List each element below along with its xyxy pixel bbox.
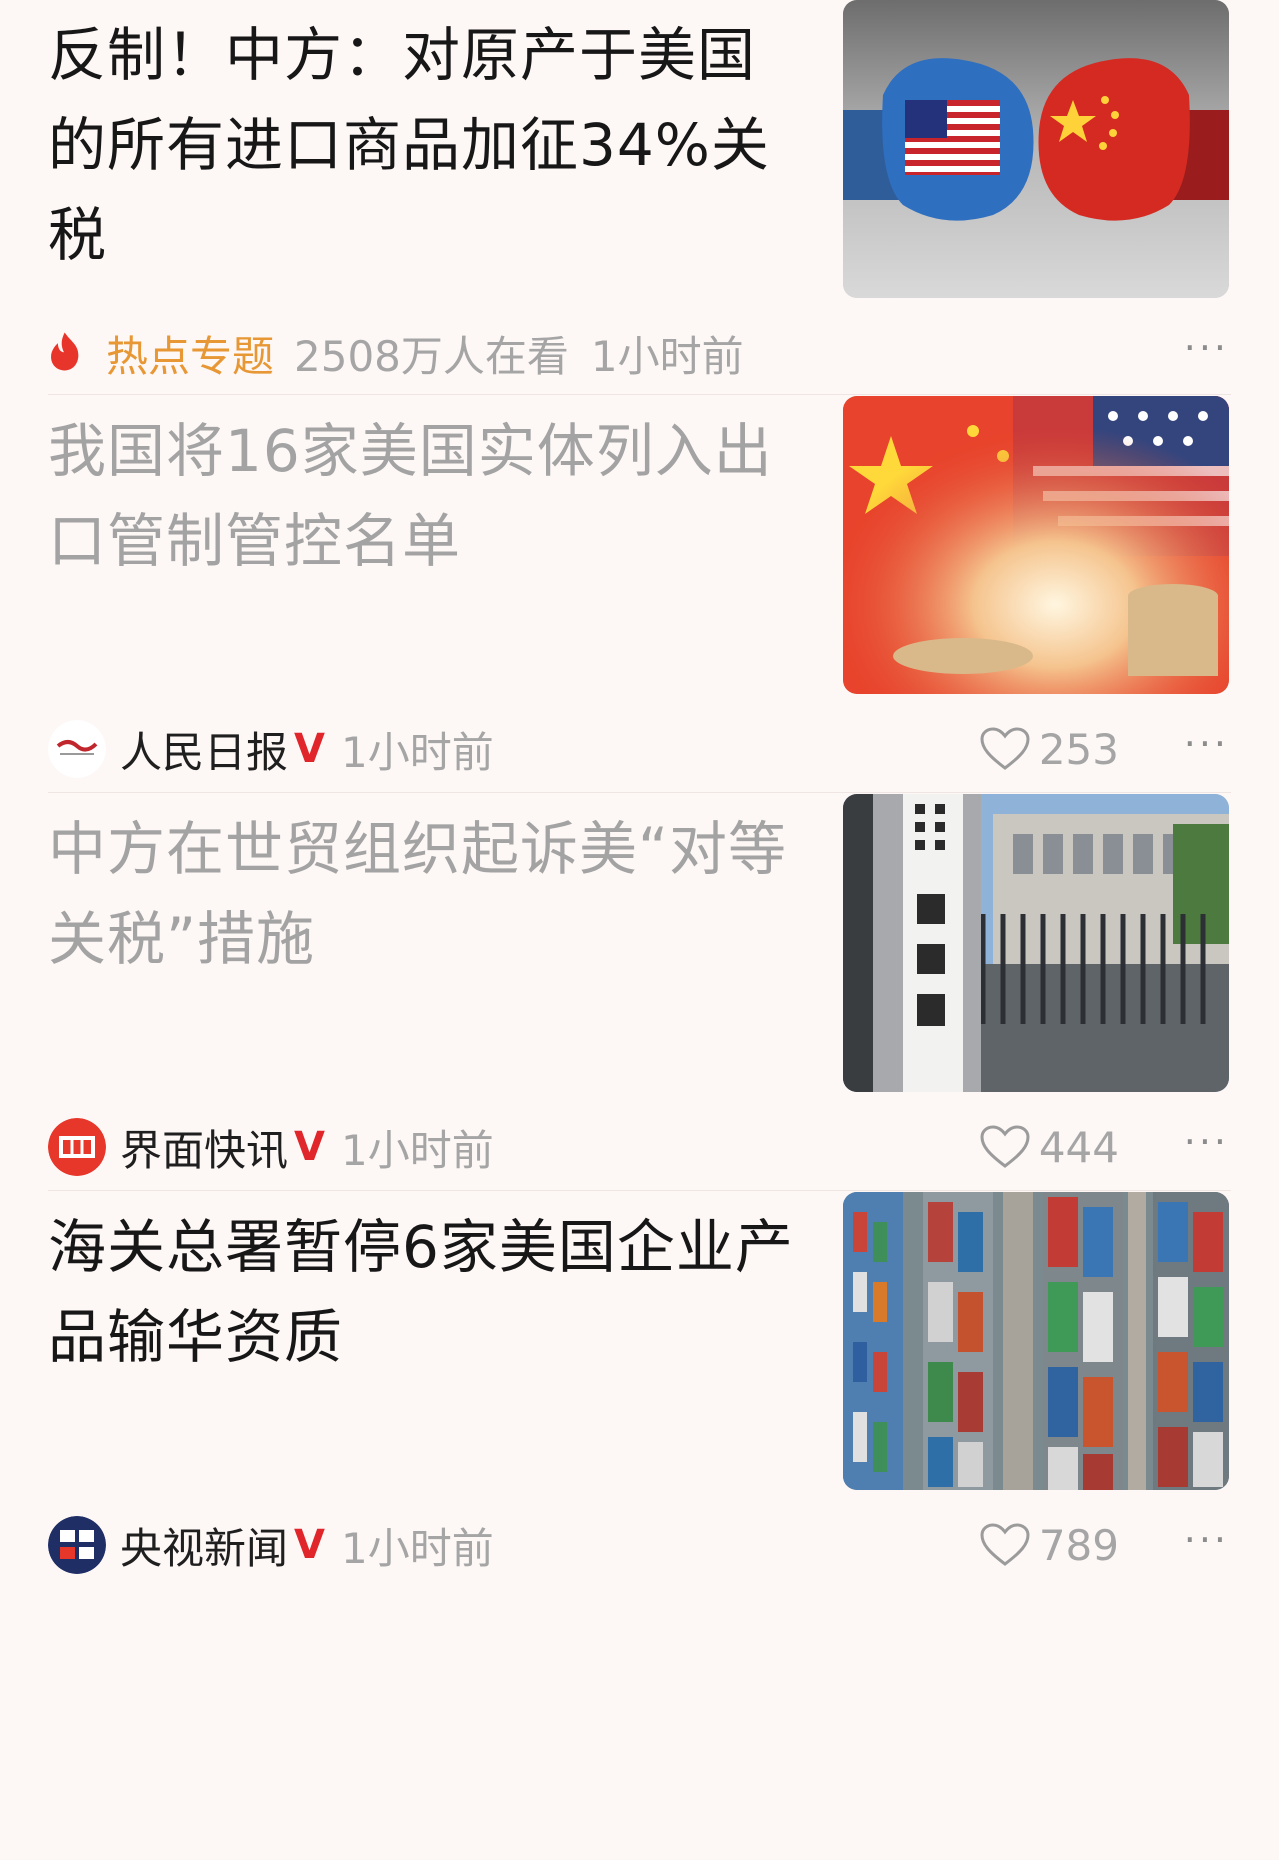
news-feed: 反制！中方：对原产于美国的所有进口商品加征34%关税 热点专题 2508万人在看… <box>0 0 1279 1860</box>
ministry-of-commerce-gate-image[interactable] <box>843 794 1229 1092</box>
like-button[interactable]: 253 <box>979 725 1119 774</box>
verified-badge: V <box>294 726 325 772</box>
boxing-gloves-us-china-image[interactable] <box>843 0 1229 298</box>
like-count: 444 <box>1038 1122 1119 1172</box>
container-port-aerial-image[interactable] <box>843 1192 1229 1490</box>
more-options-icon[interactable]: ··· <box>1184 722 1229 766</box>
news-title[interactable]: 反制！中方：对原产于美国的所有进口商品加征34%关税 <box>48 10 808 280</box>
timestamp: 1小时前 <box>340 1523 494 1573</box>
cctv-news-logo-icon[interactable] <box>48 1516 106 1574</box>
heart-icon <box>980 1523 1030 1566</box>
heart-icon <box>980 1125 1030 1168</box>
news-meta: 人民日报 V 1小时前 253 ··· <box>48 714 1229 784</box>
more-options-icon[interactable]: ··· <box>1184 1518 1229 1562</box>
news-meta: 热点专题 2508万人在看 1小时前 ··· <box>48 318 1229 388</box>
flame-icon <box>51 332 79 371</box>
like-button[interactable]: 789 <box>979 1521 1119 1570</box>
source-name[interactable]: 界面快讯 <box>120 1117 288 1178</box>
news-meta: 央视新闻 V 1小时前 789 ··· <box>48 1510 1229 1580</box>
news-title[interactable]: 中方在世贸组织起诉美“对等关税”措施 <box>48 804 808 984</box>
verified-badge: V <box>294 1124 325 1170</box>
like-button[interactable]: 444 <box>979 1123 1119 1172</box>
like-count: 789 <box>1038 1520 1119 1570</box>
like-count: 253 <box>1038 724 1119 774</box>
hot-topic-tag[interactable]: 热点专题 <box>106 323 274 384</box>
heart-icon <box>980 727 1030 770</box>
verified-badge: V <box>294 1522 325 1568</box>
peoples-daily-logo-icon[interactable] <box>48 720 106 778</box>
news-meta: 界面快讯 V 1小时前 444 ··· <box>48 1112 1229 1182</box>
news-title[interactable]: 海关总署暂停6家美国企业产品输华资质 <box>48 1202 808 1382</box>
more-options-icon[interactable]: ··· <box>1184 1120 1229 1164</box>
timestamp: 1小时前 <box>340 727 494 777</box>
source-name[interactable]: 人民日报 <box>120 719 288 780</box>
jiemian-logo-icon[interactable] <box>48 1118 106 1176</box>
source-name[interactable]: 央视新闻 <box>120 1515 288 1576</box>
news-title[interactable]: 我国将16家美国实体列入出口管制管控名单 <box>48 406 808 586</box>
news-card[interactable]: 海关总署暂停6家美国企业产品输华资质 央视新闻 V 1小时前 789 ··· <box>0 1190 1279 1664</box>
china-us-flags-coins-image[interactable] <box>843 396 1229 694</box>
view-count: 2508万人在看 <box>294 331 569 381</box>
timestamp: 1小时前 <box>590 331 744 381</box>
more-options-icon[interactable]: ··· <box>1184 326 1229 370</box>
timestamp: 1小时前 <box>340 1125 494 1175</box>
